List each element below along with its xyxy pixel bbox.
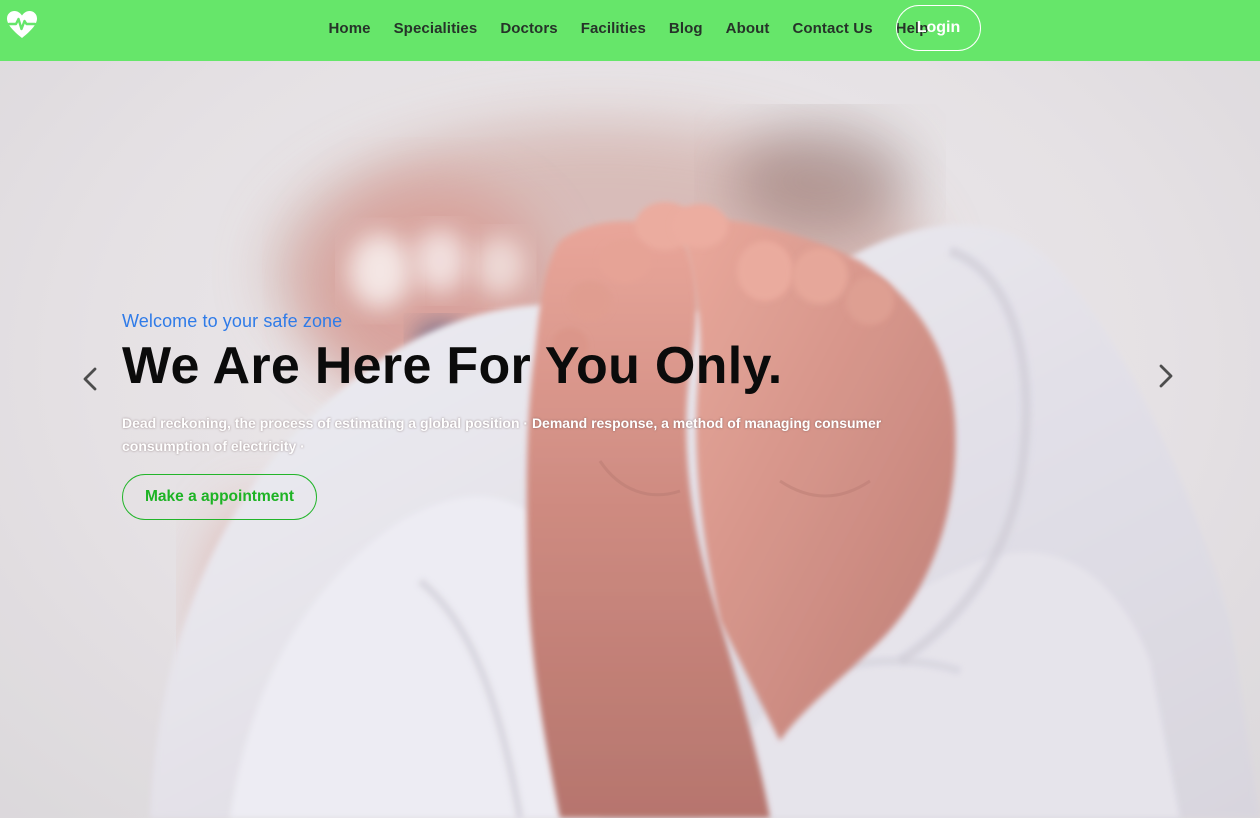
carousel-prev-button[interactable] <box>76 359 106 399</box>
hero-caption: Welcome to your safe zone We Are Here Fo… <box>122 311 902 458</box>
hero-carousel: Welcome to your safe zone We Are Here Fo… <box>0 61 1260 818</box>
nav-contact-us[interactable]: Contact Us <box>781 20 884 37</box>
heart-pulse-icon[interactable] <box>6 10 38 40</box>
main-nav: Home Specialities Doctors Facilities Blo… <box>317 0 940 56</box>
nav-home[interactable]: Home <box>317 20 382 37</box>
hero-subtext: Dead reckoning, the process of estimatin… <box>122 415 882 455</box>
chevron-left-icon <box>83 367 97 391</box>
nav-doctors[interactable]: Doctors <box>489 20 569 37</box>
login-button[interactable]: Login <box>896 5 981 51</box>
chevron-right-icon <box>1159 364 1173 388</box>
top-navbar: Home Specialities Doctors Facilities Blo… <box>0 0 1260 61</box>
make-appointment-button[interactable]: Make a appointment <box>122 474 317 520</box>
nav-facilities[interactable]: Facilities <box>569 20 657 37</box>
nav-specialities[interactable]: Specialities <box>382 20 489 37</box>
nav-blog[interactable]: Blog <box>657 20 714 37</box>
hero-headline: We Are Here For You Only. <box>122 337 783 395</box>
carousel-next-button[interactable] <box>1150 356 1180 396</box>
hero-tagline: Welcome to your safe zone <box>122 311 343 331</box>
nav-about[interactable]: About <box>714 20 781 37</box>
